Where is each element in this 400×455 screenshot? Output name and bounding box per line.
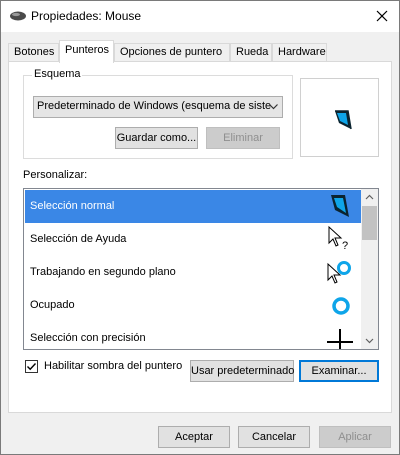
checkmark-icon (27, 363, 37, 371)
cursor-item-label: Selección de Ayuda (30, 233, 127, 245)
shadow-checkbox-label: Habilitar sombra del puntero (44, 360, 183, 372)
tab-opciones-de-puntero[interactable]: Opciones de puntero (114, 43, 230, 62)
dialog-footer: Aceptar Cancelar Aplicar (1, 413, 399, 454)
precision-select-cursor-icon (327, 329, 353, 349)
customize-label: Personalizar: (23, 169, 88, 181)
cursor-list-item[interactable]: Selección con precisión (25, 322, 361, 349)
cursor-list-item[interactable]: Trabajando en segundo plano (25, 256, 361, 289)
cursor-list-item[interactable]: Ocupado (25, 289, 361, 322)
close-icon (376, 10, 388, 22)
cursor-preview-icon (335, 110, 352, 130)
cursor-item-label: Ocupado (30, 299, 75, 311)
scheme-select-value: Predeterminado de Windows (esquema de si… (37, 100, 272, 112)
svg-text:?: ? (342, 240, 348, 252)
help-select-cursor-icon: ? (328, 225, 348, 252)
tab-hardware[interactable]: Hardware (272, 43, 327, 62)
cursor-list[interactable]: Selección normal Selección de Ayuda ? Tr… (23, 188, 379, 350)
scroll-up-icon[interactable] (365, 193, 374, 202)
cursor-item-label: Trabajando en segundo plano (30, 266, 176, 278)
mouse-icon (10, 11, 26, 21)
accept-button[interactable]: Aceptar (158, 426, 230, 448)
window-title: Propiedades: Mouse (31, 9, 142, 23)
mouse-properties-window: Propiedades: Mouse Botones Punteros Opci… (0, 0, 400, 455)
save-as-button[interactable]: Guardar como... (115, 127, 198, 149)
tab-punteros[interactable]: Punteros (59, 40, 114, 63)
scheme-group: Esquema Predeterminado de Windows (esque… (23, 68, 293, 159)
scroll-down-icon[interactable] (365, 336, 374, 345)
title-bar: Propiedades: Mouse (1, 1, 399, 32)
chevron-down-icon (269, 104, 278, 110)
working-background-cursor-icon (327, 261, 351, 284)
busy-cursor-icon (332, 297, 350, 315)
use-default-button[interactable]: Usar predeterminado (190, 360, 294, 382)
scheme-select[interactable]: Predeterminado de Windows (esquema de si… (33, 96, 283, 118)
scheme-group-label: Esquema (32, 68, 83, 80)
browse-button[interactable]: Examinar... (299, 360, 379, 382)
cancel-button[interactable]: Cancelar (238, 426, 310, 448)
cursor-preview (300, 78, 379, 157)
close-button[interactable] (365, 1, 399, 31)
tab-rueda[interactable]: Rueda (230, 43, 272, 62)
delete-scheme-button[interactable]: Eliminar (206, 127, 280, 149)
cursor-item-label: Selección normal (30, 200, 115, 212)
punteros-panel: Esquema Predeterminado de Windows (esque… (8, 61, 392, 413)
apply-button[interactable]: Aplicar (319, 426, 391, 448)
tab-botones[interactable]: Botones (8, 43, 59, 62)
normal-select-cursor-icon (331, 195, 349, 217)
list-scrollbar[interactable] (361, 189, 378, 349)
cursor-list-item[interactable]: Selección de Ayuda ? (25, 223, 361, 256)
cursor-item-label: Selección con precisión (30, 332, 146, 344)
shadow-checkbox[interactable] (25, 360, 38, 373)
scrollbar-thumb[interactable] (362, 206, 377, 240)
cursor-list-item[interactable]: Selección normal (25, 190, 361, 223)
